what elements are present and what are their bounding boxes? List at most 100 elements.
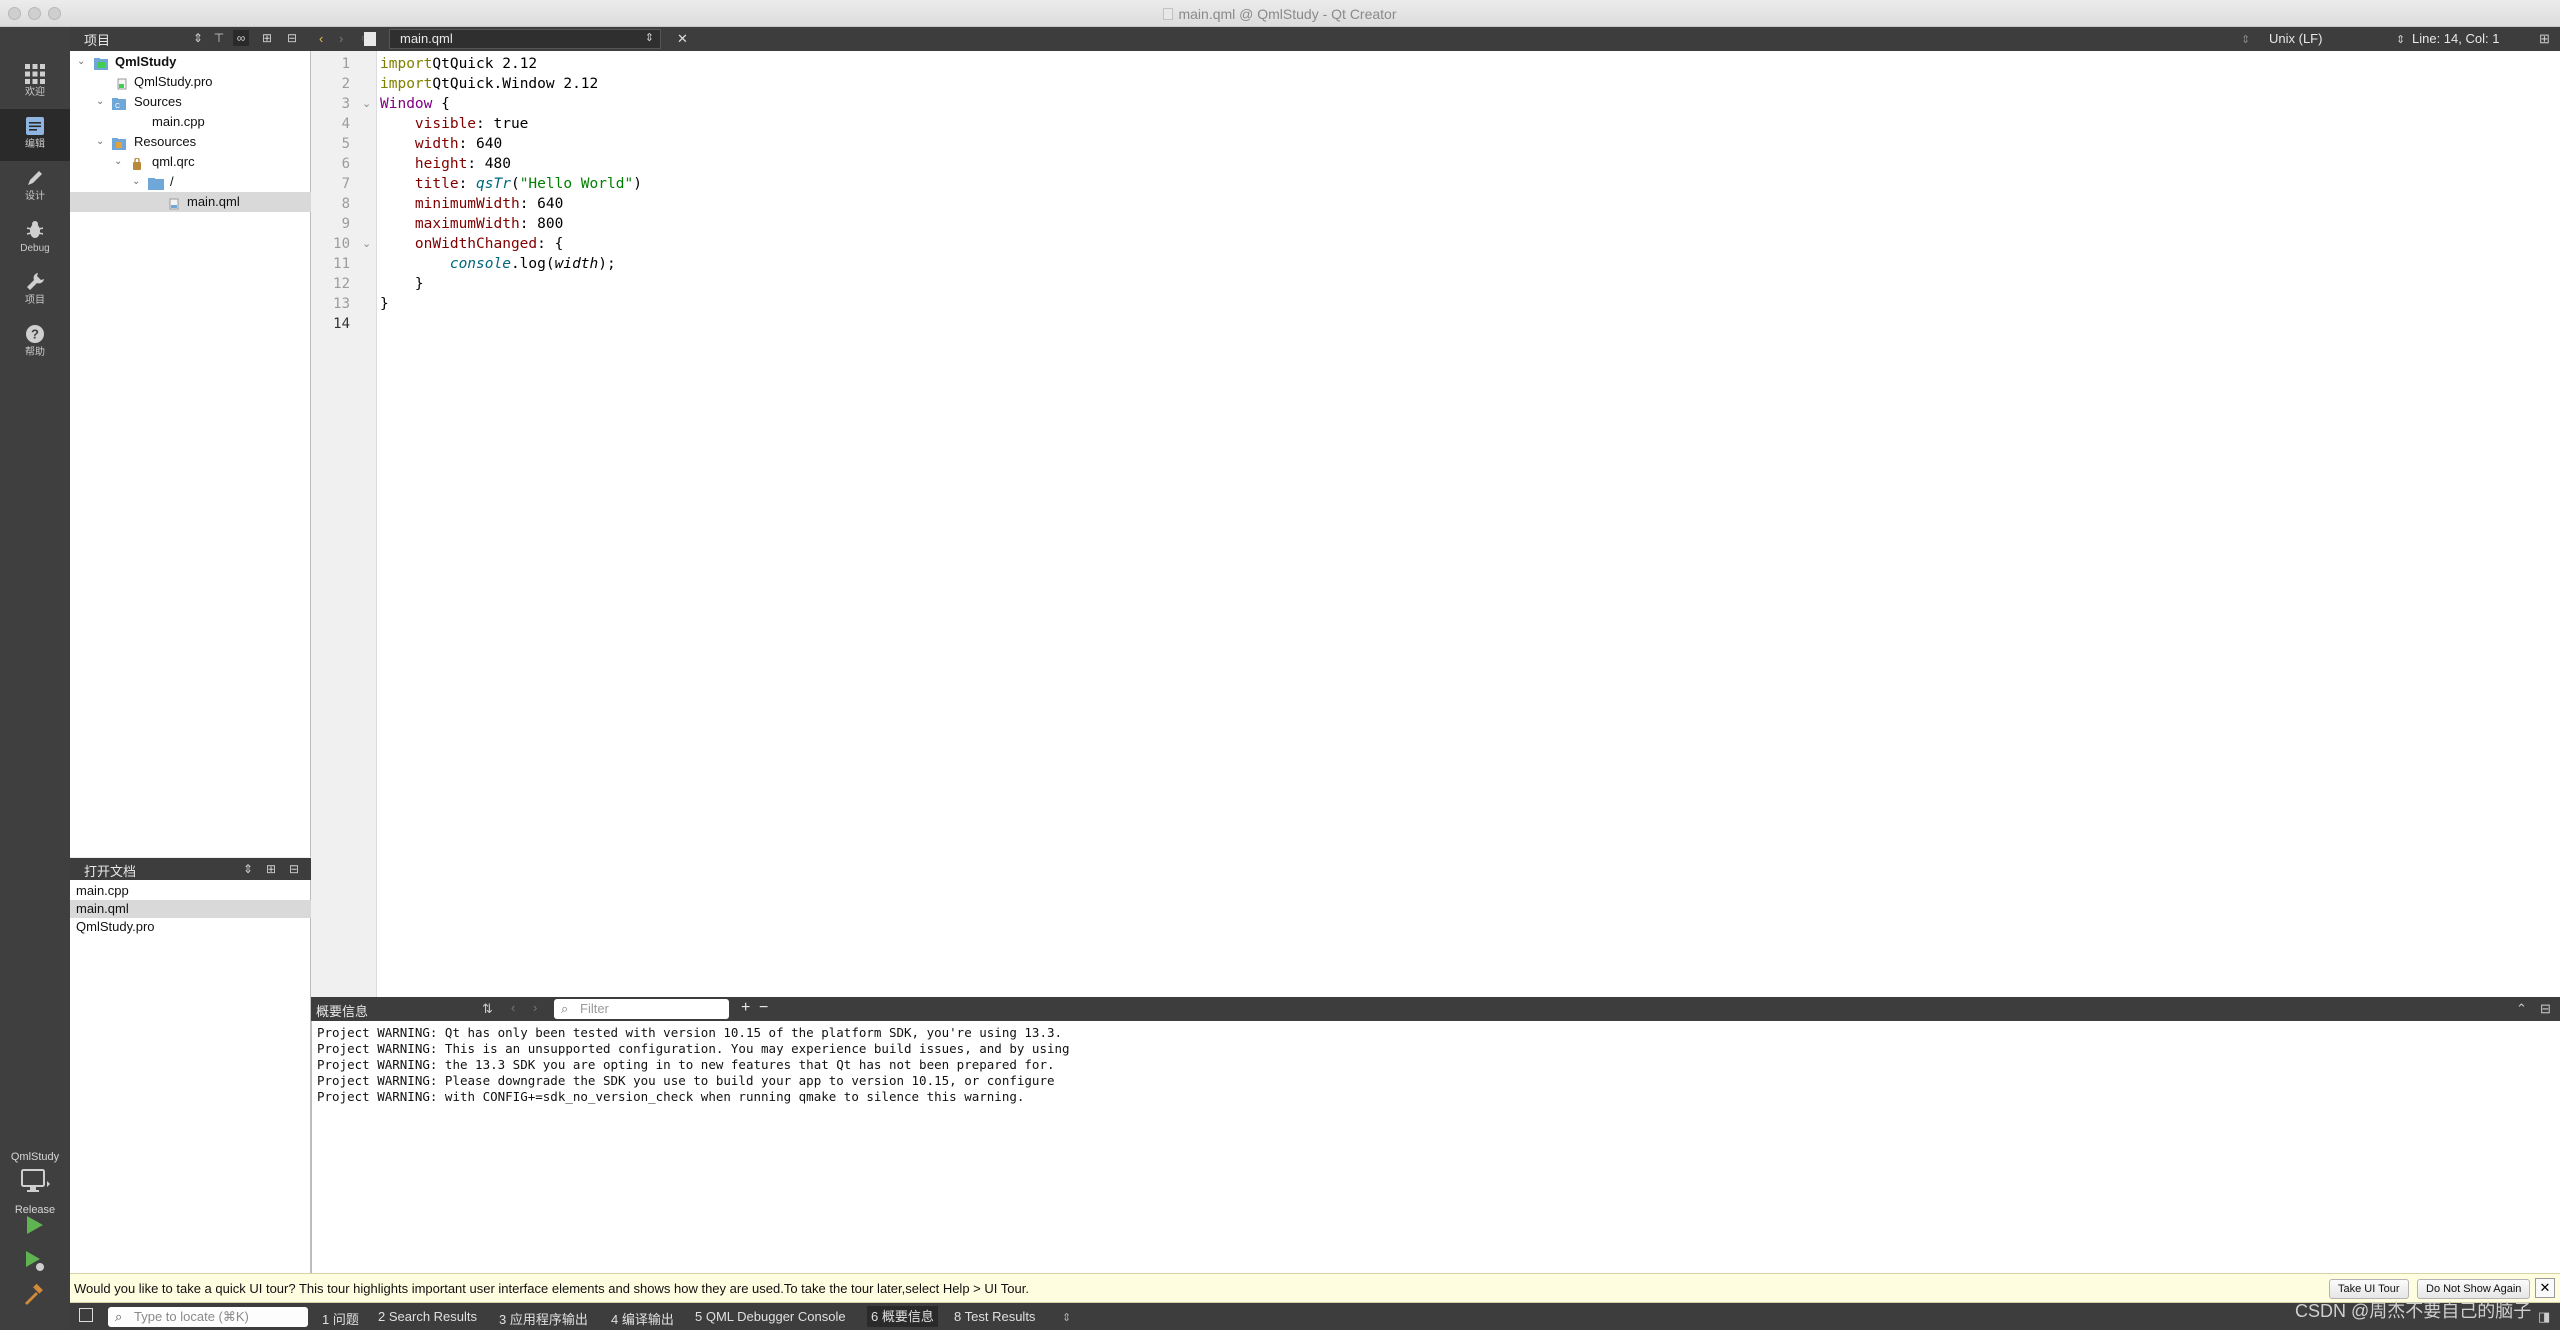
tree-item-label: QmlStudy <box>115 54 177 69</box>
project-panel-header: 项目 ⇕ ⊤ ∞ ⊞ ⊟ <box>70 27 311 51</box>
mode-design[interactable]: 设计 <box>0 161 70 213</box>
chevron-down-icon[interactable]: ⌄ <box>132 172 142 192</box>
tab-issues[interactable]: 1 问题 <box>322 1309 359 1328</box>
edit-doc-icon <box>26 117 44 135</box>
code-token: "Hello World" <box>519 176 634 192</box>
tree-item-resources[interactable]: ⌄ Resources <box>70 132 311 152</box>
forward-arrow-icon[interactable]: › <box>339 31 343 46</box>
code-editor[interactable]: importQtQuick 2.12 importQtQuick.Window 2… <box>377 51 2560 997</box>
code-token: : 640 <box>458 136 503 152</box>
run-button[interactable] <box>22 1213 46 1242</box>
build-button[interactable] <box>22 1283 46 1312</box>
scope-dropdown-icon[interactable]: ⇕ <box>2241 33 2250 46</box>
mode-edit[interactable]: 编辑 <box>0 109 70 161</box>
code-token: Window <box>380 96 433 112</box>
view-switch-icon[interactable]: ⇕ <box>240 861 256 877</box>
code-token: : 800 <box>519 216 564 232</box>
close-pane-icon[interactable]: ⊟ <box>2540 1001 2551 1017</box>
output-filter-input[interactable]: ⌕ Filter <box>554 999 729 1019</box>
zoom-out-icon[interactable]: − <box>759 999 768 1017</box>
code-line: console.log(width); <box>380 254 616 274</box>
zoom-in-icon[interactable]: + <box>741 999 750 1017</box>
kit-selector[interactable] <box>20 1167 50 1202</box>
chevron-down-icon[interactable]: ⌄ <box>77 52 87 72</box>
file-selector[interactable]: main.qml ⇕ <box>364 29 661 49</box>
tree-item-label: qml.qrc <box>152 154 195 169</box>
dropdown-icon: ⇕ <box>644 32 654 44</box>
close-document-icon[interactable]: ✕ <box>677 31 688 47</box>
locator-input[interactable]: ⌕ Type to locate (⌘K) <box>108 1307 308 1327</box>
view-switch-icon[interactable]: ⇕ <box>190 30 206 46</box>
chevron-down-icon[interactable]: ⌄ <box>114 152 124 172</box>
code-token: } <box>380 276 424 292</box>
line-number: 6 <box>341 156 350 172</box>
document-icon <box>364 32 376 46</box>
do-not-show-again-button[interactable]: Do Not Show Again <box>2417 1279 2531 1299</box>
previous-item-icon[interactable]: ‹ <box>511 1000 515 1015</box>
back-arrow-icon[interactable]: ‹ <box>319 31 323 46</box>
toggle-sidebar-icon[interactable] <box>79 1308 93 1322</box>
next-item-icon[interactable]: › <box>533 1000 537 1015</box>
open-document-item[interactable]: main.qml <box>70 900 311 918</box>
output-line: Project WARNING: Please downgrade the SD… <box>317 1073 1055 1088</box>
code-line: onWidthChanged: { <box>380 234 563 254</box>
close-panel-icon[interactable]: ⊟ <box>286 861 302 877</box>
chevron-down-icon[interactable]: ⌄ <box>96 132 106 152</box>
open-document-item[interactable]: QmlStudy.pro <box>70 918 311 936</box>
bug-icon <box>26 221 44 238</box>
open-document-item[interactable]: main.cpp <box>70 882 311 900</box>
title-bar: main.qml @ QmlStudy - Qt Creator <box>0 0 2560 27</box>
code-token: import <box>380 56 433 72</box>
output-pane-title: 概要信息 <box>316 1004 369 1019</box>
toggle-right-sidebar-icon[interactable]: ◨ <box>2538 1309 2550 1325</box>
tree-item-qrc[interactable]: ⌄ qml.qrc <box>70 152 311 172</box>
more-tabs-icon[interactable]: ⇕ <box>1062 1311 1071 1324</box>
split-icon[interactable]: ⊞ <box>263 861 279 877</box>
close-panel-icon[interactable]: ⊟ <box>284 30 300 46</box>
code-token: console <box>449 256 511 272</box>
code-token: width <box>554 256 599 272</box>
tree-item-label: main.qml <box>187 194 240 209</box>
code-token: : true <box>476 116 529 132</box>
take-ui-tour-button[interactable]: Take UI Tour <box>2329 1279 2409 1299</box>
maximize-pane-icon[interactable]: ⌃ <box>2516 1001 2527 1017</box>
mode-projects[interactable]: 项目 <box>0 265 70 317</box>
tab-general-messages[interactable]: 6 概要信息 <box>867 1306 938 1327</box>
line-ending-selector[interactable]: Unix (LF) <box>2269 31 2322 46</box>
mode-welcome[interactable]: 欢迎 <box>0 57 70 109</box>
close-banner-icon[interactable]: ✕ <box>2535 1278 2555 1298</box>
tab-search-results[interactable]: 2 Search Results <box>378 1309 477 1324</box>
fold-marker-icon[interactable]: ⌄ <box>362 234 371 254</box>
tab-application-output[interactable]: 3 应用程序输出 <box>499 1309 588 1328</box>
debug-run-button[interactable] <box>22 1248 46 1277</box>
output-pane-toolbar: 概要信息 ⇅ ‹ › ⌕ Filter + − ⌃ ⊟ <box>311 997 2560 1021</box>
tree-item-main-qml[interactable]: main.qml <box>70 192 311 212</box>
split-editor-icon[interactable]: ⊞ <box>2539 31 2550 47</box>
link-icon[interactable]: ∞ <box>233 30 249 46</box>
split-icon[interactable]: ⊞ <box>259 30 275 46</box>
tab-qml-debugger-console[interactable]: 5 QML Debugger Console <box>695 1309 846 1324</box>
tree-item-project[interactable]: ⌄ QmlStudy <box>70 52 311 72</box>
tab-compile-output[interactable]: 4 编译输出 <box>611 1309 674 1328</box>
tab-test-results[interactable]: 8 Test Results <box>954 1309 1035 1324</box>
output-line: Project WARNING: with CONFIG+=sdk_no_ver… <box>317 1089 1025 1104</box>
tree-item-sources[interactable]: ⌄ C Sources <box>70 92 311 112</box>
chevron-down-icon[interactable]: ⌄ <box>96 92 106 112</box>
code-token: visible <box>414 116 477 132</box>
mode-debug[interactable]: Debug <box>0 213 70 265</box>
tree-item-root-prefix[interactable]: ⌄ / <box>70 172 311 192</box>
pencil-icon <box>28 171 42 185</box>
mode-help[interactable]: ? 帮助 <box>0 317 70 369</box>
sort-icon[interactable]: ⇅ <box>482 1001 493 1017</box>
filter-icon[interactable]: ⊤ <box>211 30 227 46</box>
fold-marker-icon[interactable]: ⌄ <box>362 94 371 114</box>
tree-item-main-cpp[interactable]: main.cpp <box>70 112 311 132</box>
qt-project-icon <box>94 56 108 70</box>
cursor-position[interactable]: Line: 14, Col: 1 <box>2412 31 2499 46</box>
tree-item-pro-file[interactable]: QmlStudy.pro <box>70 72 311 92</box>
